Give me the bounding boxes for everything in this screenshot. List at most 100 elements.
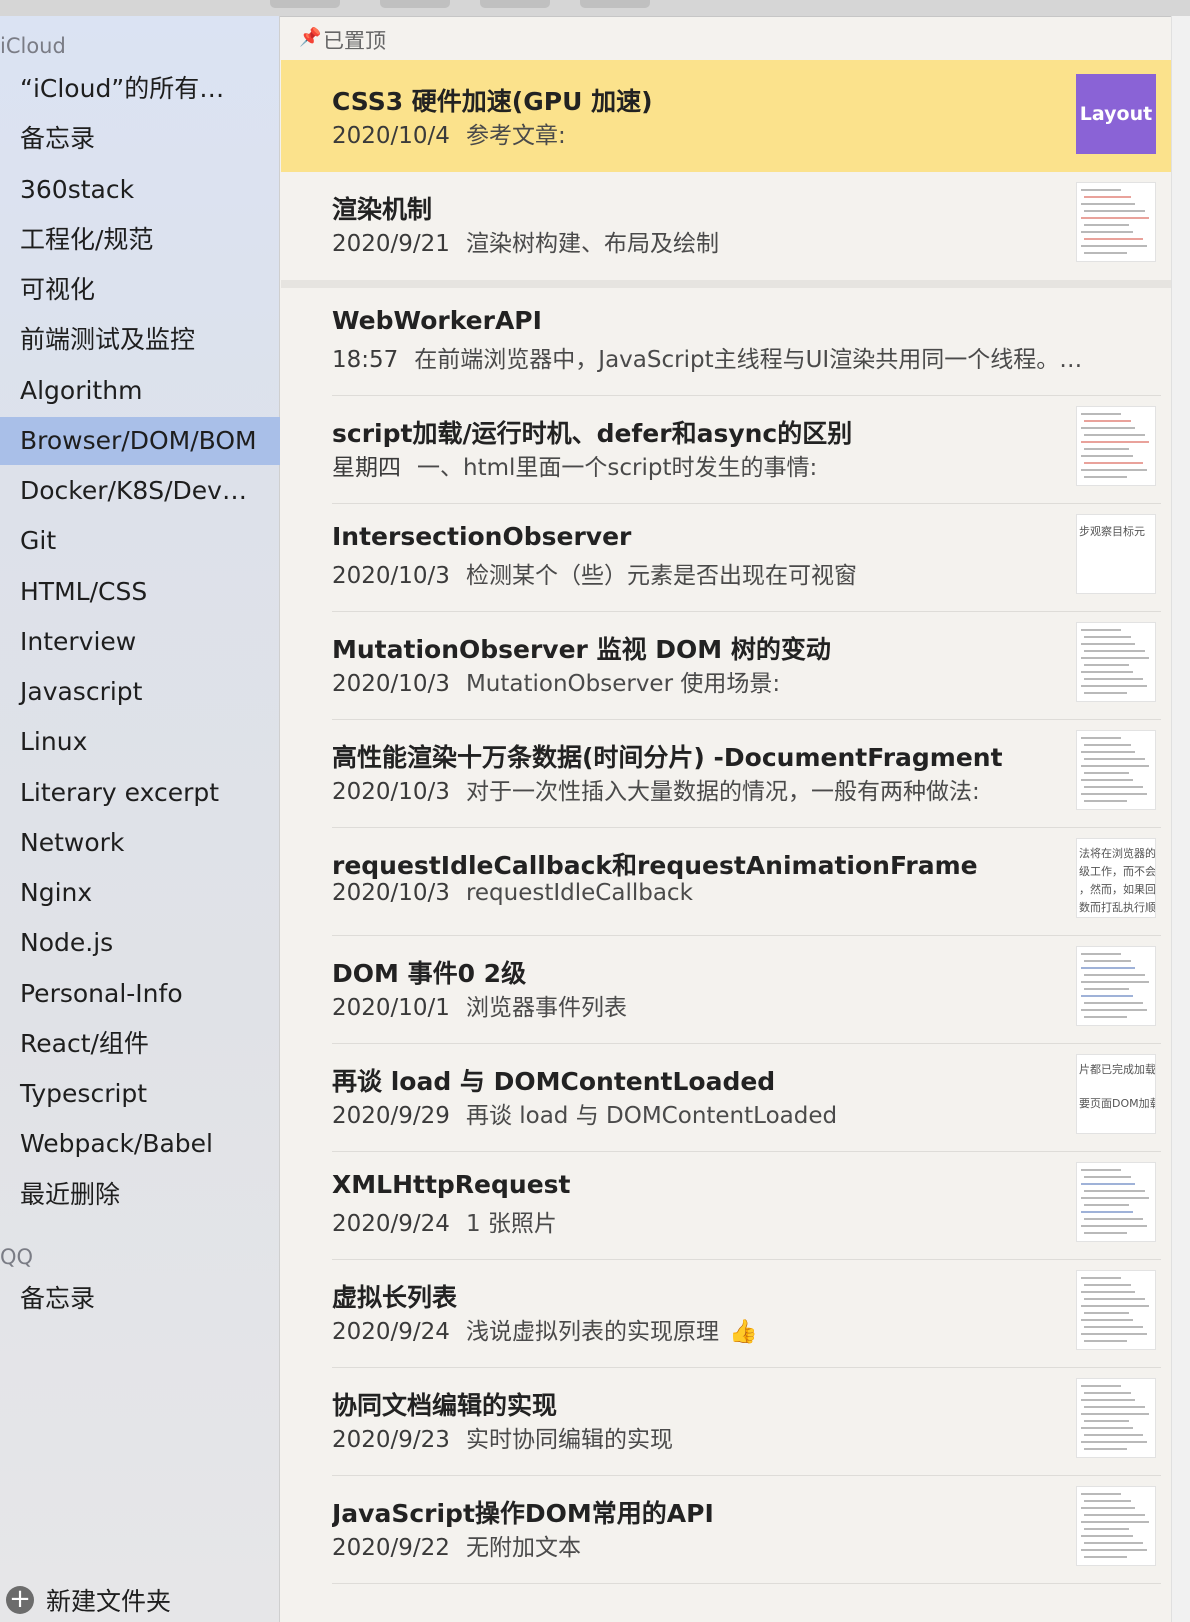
sidebar-folder[interactable]: 最近删除 xyxy=(0,1171,280,1219)
thumbnail-line xyxy=(1084,1326,1143,1328)
note-date: 2020/9/24 xyxy=(332,1319,450,1345)
thumbnail-line xyxy=(1081,1535,1133,1537)
note-snippet: 一、html里面一个script时发生的事情: xyxy=(417,455,818,481)
thumbnail-line xyxy=(1084,224,1129,226)
thumbnail-line xyxy=(1084,960,1131,962)
thumbnail-line xyxy=(1081,1549,1147,1551)
note-thumbnail xyxy=(1076,1486,1156,1566)
note-date: 2020/9/29 xyxy=(332,1103,450,1129)
note-thumbnail xyxy=(1076,1162,1156,1242)
sidebar-folder[interactable]: 前端测试及监控 xyxy=(0,316,280,364)
thumbnail-line xyxy=(1084,974,1145,976)
note-row[interactable]: 协同文档编辑的实现 2020/9/23 实时协同编辑的实现 xyxy=(281,1364,1171,1476)
thumbnail-line xyxy=(1081,413,1121,415)
thumbnail-line xyxy=(1084,1448,1127,1450)
sidebar-folder[interactable]: Javascript xyxy=(0,668,280,716)
thumbnail-line xyxy=(1084,786,1143,788)
note-row[interactable]: WebWorkerAPI 18:57 在前端浏览器中，JavaScript主线程与U… xyxy=(281,284,1171,396)
thumbnail-line xyxy=(1081,793,1147,795)
thumbnail-line xyxy=(1081,643,1135,645)
note-row[interactable]: MutationObserver 监视 DOM 树的变动 2020/10/3 Mut… xyxy=(281,608,1171,720)
note-meta: 2020/9/24 1 张照片 xyxy=(332,1204,1112,1238)
thumbnail-line xyxy=(1084,1016,1127,1018)
note-title: 高性能渲染十万条数据(时间分片) -DocumentFragment xyxy=(332,743,1003,772)
sidebar-folder[interactable]: Docker/K8S/Dev… xyxy=(0,467,280,515)
thumbnail-line xyxy=(1081,1521,1149,1523)
note-row[interactable]: script加载/运行时机、defer和async的区别 星期四 一、html里面一… xyxy=(281,392,1171,504)
note-row[interactable]: 虚拟长列表 2020/9/24 浅说虚拟列表的实现原理 👍 xyxy=(281,1256,1171,1368)
thumbnail-line xyxy=(1081,1277,1121,1279)
note-meta: 2020/10/3 MutationObserver 使用场景: xyxy=(332,664,1112,698)
thumbnail-line xyxy=(1084,692,1127,694)
toolbar-button[interactable] xyxy=(380,0,450,8)
note-meta: 2020/9/29 再谈 load 与 DOMContentLoaded xyxy=(332,1096,1112,1130)
note-meta: 2020/9/22 无附加文本 xyxy=(332,1528,1112,1562)
note-title: JavaScript操作DOM常用的API xyxy=(332,1499,714,1528)
note-row[interactable]: JavaScript操作DOM常用的API 2020/9/22 无附加文本 xyxy=(281,1472,1171,1584)
notes-list[interactable]: 📌 已置顶 CSS3 硬件加速(GPU 加速) 2020/10/4 参考文章: Lay… xyxy=(281,16,1171,1622)
thumbnail-line xyxy=(1084,678,1143,680)
sidebar-folder[interactable]: 工程化/规范 xyxy=(0,216,280,264)
toolbar-button[interactable] xyxy=(580,0,650,8)
note-date: 2020/9/24 xyxy=(332,1211,450,1237)
sidebar-folder[interactable]: Personal-Info xyxy=(0,970,280,1018)
thumbnail-line xyxy=(1084,448,1129,450)
thumbnail-line xyxy=(1081,1319,1133,1321)
sidebar-folder[interactable]: Git xyxy=(0,517,280,565)
sidebar-folder[interactable]: Network xyxy=(0,819,280,867)
thumbnail-line xyxy=(1084,758,1145,760)
note-row[interactable]: 再谈 load 与 DOMContentLoaded 2020/9/29 再谈 lo… xyxy=(281,1040,1171,1152)
thumbnail-text: 级工作，而不会 xyxy=(1079,865,1156,878)
note-thumbnail: 法将在浏览器的 级工作，而不会 ，然而，如果回 数而打乱执行顺 xyxy=(1076,838,1156,918)
thumbnail-line xyxy=(1081,1197,1149,1199)
sidebar-folder[interactable]: 备忘录 xyxy=(0,1275,280,1323)
note-snippet: 再谈 load 与 DOMContentLoaded xyxy=(465,1103,838,1129)
sidebar-folder[interactable]: “iCloud”的所有… xyxy=(0,65,280,113)
pinned-note-row[interactable]: CSS3 硬件加速(GPU 加速) 2020/10/4 参考文章: Layout xyxy=(281,60,1171,172)
thumbnail-line xyxy=(1081,657,1149,659)
sidebar-folder[interactable]: Algorithm xyxy=(0,367,280,415)
thumbnail-line xyxy=(1084,1204,1129,1206)
toolbar-button[interactable] xyxy=(270,0,340,8)
sidebar-folder[interactable]: 备忘录 xyxy=(0,115,280,163)
note-meta: 2020/10/4 参考文章: xyxy=(332,116,1112,150)
account-label-icloud: iCloud xyxy=(0,34,66,58)
thumbnail-line xyxy=(1081,203,1135,205)
thumbnail-line xyxy=(1084,1500,1131,1502)
note-row[interactable]: 高性能渲染十万条数据(时间分片) -DocumentFragment 2020/1… xyxy=(281,716,1171,828)
sidebar-folder[interactable]: HTML/CSS xyxy=(0,568,280,616)
note-row[interactable]: requestIdleCallback和requestAnimationFram… xyxy=(281,824,1171,936)
note-title: 协同文档编辑的实现 xyxy=(332,1391,558,1420)
sidebar-folder[interactable]: 可视化 xyxy=(0,266,280,314)
sidebar-folder[interactable]: 360stack xyxy=(0,166,280,214)
sidebar-folder[interactable]: Typescript xyxy=(0,1070,280,1118)
note-row[interactable]: DOM 事件0 2级 2020/10/1 浏览器事件列表 xyxy=(281,932,1171,1044)
thumbnail-line xyxy=(1084,636,1131,638)
sidebar-folder[interactable]: Browser/DOM/BOM xyxy=(0,416,280,465)
note-title: requestIdleCallback和requestAnimationFram… xyxy=(332,851,978,880)
note-row[interactable]: IntersectionObserver 2020/10/3 检测某个（些）元素是否… xyxy=(281,500,1171,612)
new-folder-button[interactable]: + 新建文件夹 xyxy=(6,1580,171,1620)
notes-list-scrollbar[interactable] xyxy=(1171,16,1190,1622)
thumbnail-line xyxy=(1084,1556,1127,1558)
note-thumbnail xyxy=(1076,1270,1156,1350)
thumbnail-text: 法将在浏览器的 xyxy=(1079,847,1156,860)
sidebar-folder[interactable]: React/组件 xyxy=(0,1020,280,1068)
thumbnail-line xyxy=(1081,1385,1121,1387)
sidebar-folder[interactable]: Linux xyxy=(0,718,280,766)
sidebar-folder[interactable]: Webpack/Babel xyxy=(0,1120,280,1168)
thumbnail-line xyxy=(1084,1340,1127,1342)
sidebar-folder[interactable]: Literary excerpt xyxy=(0,769,280,817)
note-meta: 2020/9/21 渲染树构建、布局及绘制 xyxy=(332,224,1112,258)
sidebar-folder[interactable]: Node.js xyxy=(0,919,280,967)
toolbar-button[interactable] xyxy=(480,0,550,8)
pinned-note-row[interactable]: 渲染机制 2020/9/21 渲染树构建、布局及绘制 xyxy=(281,168,1171,288)
note-meta: 2020/10/3 对于一次性插入大量数据的情况，一般有两种做法: xyxy=(332,772,1112,806)
note-row[interactable]: XMLHttpRequest 2020/9/24 1 张照片 xyxy=(281,1148,1171,1260)
thumbnail-line xyxy=(1081,953,1121,955)
thumbnail-line xyxy=(1084,476,1127,478)
sidebar-folder[interactable]: Nginx xyxy=(0,869,280,917)
note-thumbnail xyxy=(1076,946,1156,1026)
note-meta: 18:57 在前端浏览器中，JavaScript主线程与UI渲染共用同一个线程。… xyxy=(332,340,1112,374)
sidebar-folder[interactable]: Interview xyxy=(0,618,280,666)
